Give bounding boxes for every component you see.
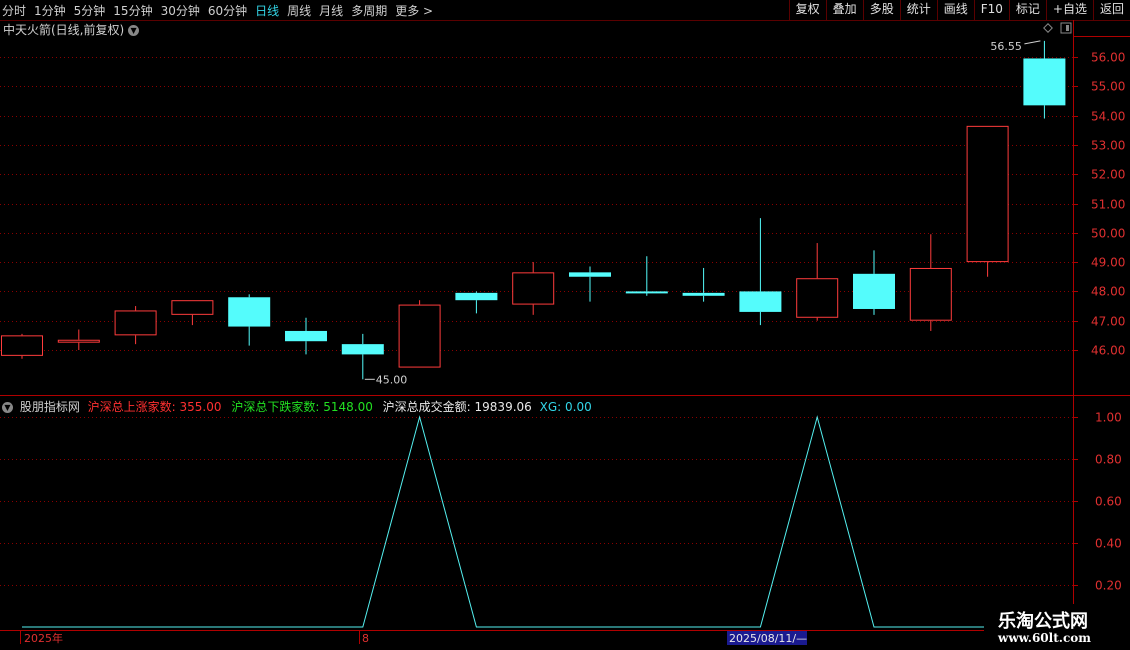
xg-line [22,415,1045,628]
price-tick-label: 49.00 [1091,256,1125,270]
indicator-tick-label: 0.40 [1095,537,1122,551]
candle [114,306,157,345]
watermark-logo: 乐淘公式网 www.60lt.com [984,604,1130,650]
candle-body [1023,58,1066,106]
indicator-title-bar: ▼ 股朋指标网 沪深总上涨家数: 355.00 沪深总下跌家数: 5148.00… [2,398,592,415]
candle-body [909,267,952,321]
stock-title: 中天火箭(日线,前复权) [3,23,125,37]
diamond-icon [1043,23,1053,33]
candle-body [1,335,43,356]
price-tick-label: 55.00 [1091,80,1125,94]
candle-body [57,339,100,343]
candle [228,294,271,346]
stock-chart[interactable]: 46.00 47.00 48.00 49.00 50.00 51.00 52.00 53.00… [0,0,1130,650]
candle-body [398,304,441,368]
candle-body [796,278,839,318]
indicator-tick-label: 1.00 [1095,411,1122,425]
candle [796,243,839,321]
candle [909,234,952,331]
price-tick-label: 46.00 [1091,344,1125,358]
up-count-label: 沪深总上涨家数: 355.00 [87,400,222,414]
indicator-tick-label: 0.60 [1095,495,1122,509]
indicator-tick-label: 0.80 [1095,453,1122,467]
candle-body [512,272,555,305]
candle [853,250,895,315]
indicator-name[interactable]: 股朋指标网 [20,400,80,414]
candle [569,266,611,302]
chart-title: 中天火箭(日线,前复权) ▼ [3,21,140,38]
candle [455,291,498,314]
price-tick-label: 54.00 [1091,110,1125,124]
candle [512,262,555,315]
candle [57,329,100,350]
down-count-label: 沪深总下跌家数: 5148.00 [231,400,373,414]
price-tick-label: 47.00 [1091,315,1125,329]
logo-title: 乐淘公式网 [998,611,1088,632]
candle-body [455,292,498,301]
candle [1,333,43,359]
price-tick-label: 51.00 [1091,198,1125,212]
year-label: 2025年 [24,631,63,645]
logo-url: www.60lt.com [998,631,1091,645]
candle-body [682,292,725,296]
chevron-down-icon[interactable]: ▼ [2,402,13,413]
candle [285,317,327,355]
candle [739,218,782,326]
low-price-label: 45.00 [376,373,408,386]
candle-body [739,291,782,312]
candle-body [285,330,327,342]
indicator-tick-label: 0.20 [1095,579,1122,593]
cursor-date-label: 2025/08/11/— [729,632,807,645]
candle [398,300,441,368]
high-price-label: 56.55 [990,40,1022,53]
candle [966,125,1009,277]
price-tick-label: 48.00 [1091,285,1125,299]
high-arrow [1024,40,1041,45]
candle-body [114,310,157,336]
amount-label: 沪深总成交金额: 19839.06 [382,400,532,414]
candle-body [171,300,214,315]
candle-body [341,344,384,355]
price-tick-label: 56.00 [1091,51,1125,65]
candle-body [853,273,895,309]
candle-body [569,272,611,277]
candle [682,267,725,302]
price-tick-label: 53.00 [1091,139,1125,153]
candle [171,300,214,326]
candle-body [625,291,668,294]
candle [1023,40,1066,119]
panel-toggle-icon [1066,25,1069,31]
price-tick-label: 50.00 [1091,227,1125,241]
price-tick-label: 52.00 [1091,168,1125,182]
candle-body [228,297,271,327]
chevron-down-icon[interactable]: ▼ [128,25,140,36]
candle-body [966,125,1009,263]
month-label: 8 [362,632,369,645]
xg-label: XG: 0.00 [539,400,592,414]
